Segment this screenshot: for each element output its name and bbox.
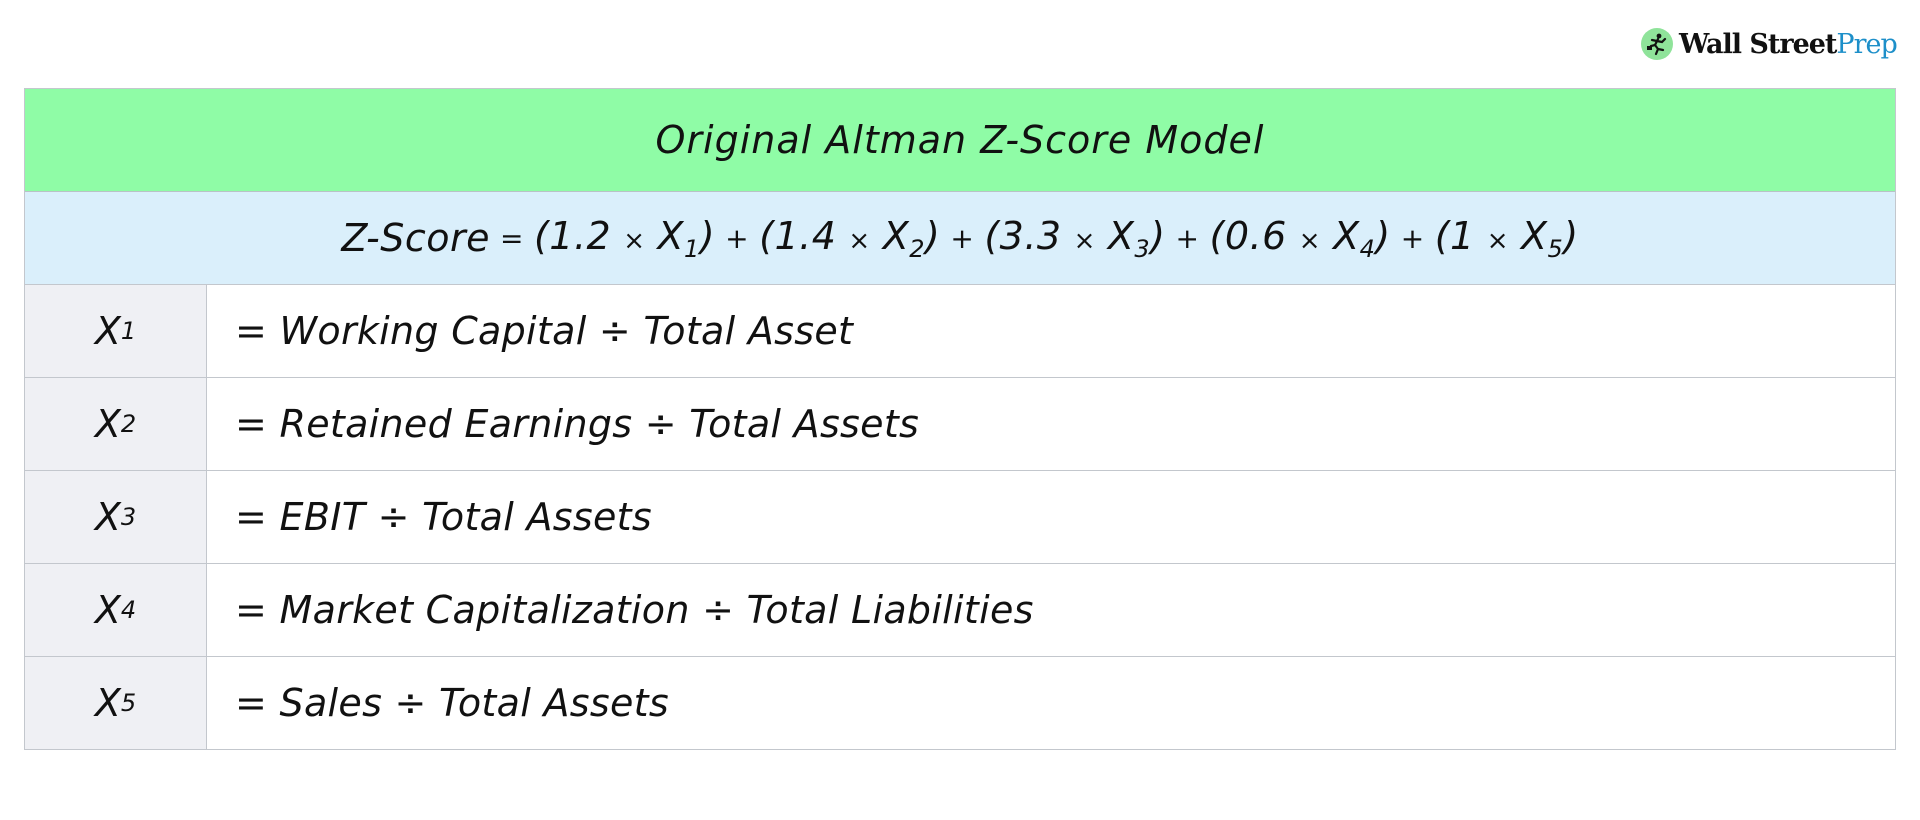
times-sign: ×: [623, 225, 646, 256]
variable-name: X: [94, 681, 121, 725]
variable-cell: X4: [25, 564, 207, 656]
table-header: Original Altman Z-Score Model: [25, 89, 1895, 192]
formula-plus: +: [725, 221, 750, 255]
variable-subscript: 4: [1359, 234, 1376, 263]
close-paren: ): [1375, 213, 1391, 258]
coefficient: 1.4: [774, 213, 837, 258]
variable: X: [657, 213, 685, 258]
formula-equals: =: [499, 221, 524, 255]
variable-cell: X1: [25, 285, 207, 377]
table-row: X 1 = Working Capital ÷ Total Asset: [25, 285, 1895, 378]
formula-plus: +: [1175, 221, 1200, 255]
variable-subscript: 3: [1134, 234, 1151, 263]
table-row: X 4 = Market Capitalization ÷ Total Liabil…: [25, 564, 1895, 657]
variable: X: [1521, 213, 1548, 258]
times-sign: ×: [1298, 225, 1322, 256]
running-businessman-icon: [1641, 28, 1673, 60]
open-paren: (: [1434, 213, 1451, 258]
logo-brand-primary: Wall Street: [1679, 28, 1837, 60]
variable-cell: X2: [25, 378, 207, 470]
variable-name: X: [94, 402, 121, 446]
definition-cell: = Retained Earnings ÷ Total Assets: [235, 402, 920, 446]
formula-plus: +: [1400, 221, 1425, 255]
definition-cell: = EBIT ÷ Total Assets: [235, 495, 652, 539]
formula-term: (3.3 × X3): [984, 214, 1165, 263]
variable-cell: X5: [25, 657, 207, 749]
coefficient: 1.2: [549, 213, 612, 258]
formula-plus: +: [950, 221, 975, 255]
variable-subscript: 1: [120, 317, 137, 345]
definition-cell: = Working Capital ÷ Total Asset: [235, 309, 854, 353]
open-paren: (: [984, 213, 1000, 258]
open-paren: (: [533, 213, 550, 258]
variable-subscript: 1: [684, 234, 700, 263]
definition-cell: = Sales ÷ Total Assets: [235, 681, 669, 725]
times-sign: ×: [1073, 225, 1096, 256]
variable: X: [882, 213, 910, 258]
close-paren: ): [1563, 213, 1579, 258]
definition-cell: = Market Capitalization ÷ Total Liabilit…: [235, 588, 1034, 632]
variable-name: X: [94, 588, 121, 632]
table-row: X 5 = Sales ÷ Total Assets: [25, 657, 1895, 749]
formula-lhs: Z-Score: [341, 216, 490, 260]
variable: X: [1333, 213, 1360, 258]
coefficient: 0.6: [1224, 213, 1287, 258]
variable-subscript: 5: [120, 689, 137, 717]
coefficient: 1: [1450, 213, 1475, 258]
logo-text: Wall StreetPrep: [1679, 28, 1898, 60]
wall-street-prep-logo: Wall StreetPrep: [1641, 26, 1898, 62]
formula-term: (0.6 × X4): [1210, 214, 1391, 263]
times-sign: ×: [1486, 225, 1509, 256]
formula-term: (1.2 × X1): [534, 214, 715, 263]
close-paren: ): [699, 213, 716, 258]
table-title: Original Altman Z-Score Model: [655, 118, 1265, 162]
altman-z-score-table: Original Altman Z-Score Model Z-Score = (1…: [24, 88, 1896, 750]
variable-subscript: 2: [120, 410, 137, 438]
variable-name: X: [94, 495, 121, 539]
variable-name: X: [94, 309, 121, 353]
open-paren: (: [1209, 213, 1225, 258]
times-sign: ×: [848, 225, 871, 256]
table-row: X 3 = EBIT ÷ Total Assets: [25, 471, 1895, 564]
variable-subscript: 2: [909, 234, 926, 263]
variable-subscript: 4: [120, 596, 137, 624]
open-paren: (: [759, 213, 775, 258]
table-row: X 2 = Retained Earnings ÷ Total Assets: [25, 378, 1895, 471]
formula-term: (1 × X5): [1435, 214, 1579, 263]
coefficient: 3.3: [999, 213, 1062, 258]
variable-subscript: 5: [1547, 234, 1564, 263]
variable-subscript: 3: [120, 503, 137, 531]
variable: X: [1107, 213, 1135, 258]
z-score-formula: Z-Score = (1.2 × X1) + (1.4 × X2) + (3.3 × X3) + (0.6 ×…: [25, 192, 1895, 285]
formula-term: (1.4 × X2): [759, 214, 940, 263]
close-paren: ): [1150, 213, 1166, 258]
variable-cell: X3: [25, 471, 207, 563]
close-paren: ): [925, 213, 941, 258]
logo-brand-secondary: Prep: [1836, 28, 1897, 60]
